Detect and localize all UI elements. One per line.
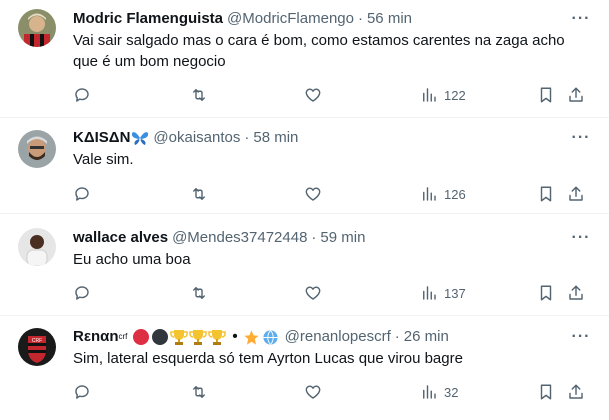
retweet-button[interactable] xyxy=(190,85,208,105)
bullet-icon: • xyxy=(232,328,238,345)
retweet-icon xyxy=(193,386,205,398)
avatar[interactable] xyxy=(18,228,56,266)
bookmark-icon xyxy=(540,186,552,202)
svg-text:CRF: CRF xyxy=(32,338,42,344)
like-button[interactable] xyxy=(304,184,322,204)
author-handle[interactable]: @okaisantos xyxy=(153,128,240,148)
star-icon xyxy=(244,329,259,345)
heart-icon xyxy=(305,286,321,300)
more-options-icon[interactable]: ··· xyxy=(571,9,591,29)
more-options-icon[interactable]: ··· xyxy=(571,228,591,248)
share-icon xyxy=(569,186,583,201)
reply-icon xyxy=(75,88,89,102)
butterfly-icon xyxy=(132,132,149,145)
like-button[interactable] xyxy=(304,382,322,402)
share-button[interactable] xyxy=(567,283,585,303)
reply-icon xyxy=(75,187,89,201)
heart-icon xyxy=(305,88,321,102)
views-icon xyxy=(423,187,436,201)
author-handle[interactable]: @renanlopescrf xyxy=(285,327,391,347)
black-circle-icon xyxy=(152,329,169,345)
views-button[interactable]: 126 xyxy=(420,184,466,204)
reply-icon xyxy=(75,286,89,300)
author-name[interactable]: Rεnαn xyxy=(73,327,119,347)
avatar[interactable]: CRF xyxy=(18,328,56,366)
heart-icon xyxy=(305,385,321,399)
reply-button[interactable] xyxy=(73,382,91,402)
timestamp[interactable]: 59 min xyxy=(320,228,365,248)
reply-icon xyxy=(75,385,89,399)
reply-tweet[interactable]: Modric Flamenguista @ModricFlamengo · 56… xyxy=(0,0,609,118)
share-icon xyxy=(569,285,583,300)
share-button[interactable] xyxy=(567,382,585,402)
reply-button[interactable] xyxy=(73,184,91,204)
timestamp[interactable]: 56 min xyxy=(367,9,412,29)
name-superscript: crf xyxy=(118,332,128,341)
retweet-button[interactable] xyxy=(190,382,208,402)
red-circle-icon xyxy=(133,329,150,345)
reply-tweet[interactable]: ΚΔΙSΔN @okaisantos · 58 min ··· Vale sim… xyxy=(0,118,609,214)
trophy-icon xyxy=(208,330,227,345)
separator-dot: · xyxy=(357,10,363,27)
bookmark-button[interactable] xyxy=(537,184,555,204)
author-handle[interactable]: @Mendes37472448 xyxy=(172,228,307,248)
bookmark-icon xyxy=(540,87,552,103)
retweet-icon xyxy=(193,188,205,200)
view-count: 126 xyxy=(444,186,466,202)
bookmark-icon xyxy=(540,384,552,400)
separator-dot: · xyxy=(311,229,317,246)
share-icon xyxy=(569,384,583,399)
views-button[interactable]: 137 xyxy=(420,283,466,303)
views-icon xyxy=(423,286,436,300)
views-button[interactable]: 122 xyxy=(420,85,466,105)
heart-icon xyxy=(305,187,321,201)
views-button[interactable]: 32 xyxy=(420,382,458,402)
share-button[interactable] xyxy=(567,85,585,105)
tweet-text: Eu acho uma boa xyxy=(73,251,191,268)
tweet-text: Vale sim. xyxy=(73,151,134,168)
views-icon xyxy=(423,385,436,399)
retweet-button[interactable] xyxy=(190,283,208,303)
tweet-actions: 122 xyxy=(0,85,609,105)
retweet-icon xyxy=(193,287,205,299)
view-count: 32 xyxy=(444,384,459,400)
tweet-actions: 126 xyxy=(0,184,609,204)
view-count: 122 xyxy=(444,87,466,103)
timestamp[interactable]: 26 min xyxy=(404,327,449,347)
retweet-button[interactable] xyxy=(190,184,208,204)
author-name[interactable]: Modric Flamenguista xyxy=(73,9,223,29)
share-button[interactable] xyxy=(567,184,585,204)
avatar[interactable] xyxy=(18,9,56,47)
retweet-icon xyxy=(193,89,205,101)
trophy-icon xyxy=(189,330,208,345)
timestamp[interactable]: 58 min xyxy=(253,128,298,148)
bookmark-button[interactable] xyxy=(537,283,555,303)
reply-button[interactable] xyxy=(73,283,91,303)
like-button[interactable] xyxy=(304,85,322,105)
reply-tweet[interactable]: wallace alves @Mendes37472448 · 59 min ·… xyxy=(0,214,609,316)
tweet-text: Sim, lateral esquerda só tem Ayrton Luca… xyxy=(73,350,463,367)
bookmark-button[interactable] xyxy=(537,85,555,105)
separator-dot: · xyxy=(244,129,250,146)
tweet-text: Vai sair salgado mas o cara é bom, como … xyxy=(73,32,565,70)
globe-icon xyxy=(263,329,278,345)
trophy-icon xyxy=(170,330,189,345)
tweet-actions: 32 xyxy=(0,382,609,402)
author-name[interactable]: wallace alves xyxy=(73,228,168,248)
bookmark-icon xyxy=(540,285,552,301)
share-icon xyxy=(569,87,583,102)
reply-button[interactable] xyxy=(73,85,91,105)
like-button[interactable] xyxy=(304,283,322,303)
more-options-icon[interactable]: ··· xyxy=(571,128,591,148)
tweet-actions: 137 xyxy=(0,283,609,303)
reply-tweet[interactable]: CRF Rεnαn crf • @renanlopescrf · 26 min ·… xyxy=(0,316,609,420)
separator-dot: · xyxy=(394,328,400,345)
avatar[interactable] xyxy=(18,130,56,168)
view-count: 137 xyxy=(444,285,466,301)
author-handle[interactable]: @ModricFlamengo xyxy=(227,9,354,29)
bookmark-button[interactable] xyxy=(537,382,555,402)
more-options-icon[interactable]: ··· xyxy=(571,327,591,347)
author-name[interactable]: ΚΔΙSΔN xyxy=(73,128,130,148)
views-icon xyxy=(423,88,436,102)
